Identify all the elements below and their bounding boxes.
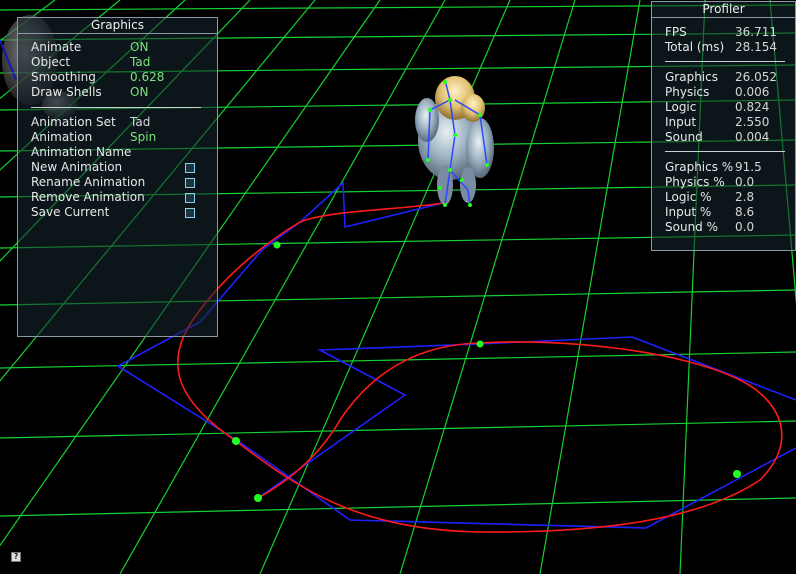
stat-sound: Sound 0.004 (665, 130, 793, 145)
rename-animation-button[interactable]: Rename Animation (31, 175, 211, 190)
checkbox-icon[interactable] (185, 178, 195, 188)
stat-graphics-pct: Graphics % 91.5 (665, 160, 793, 175)
stat-physics: Physics 0.006 (665, 85, 793, 100)
stat-label: Sound % (665, 220, 719, 234)
setting-smoothing[interactable]: Smoothing 0.628 (31, 70, 211, 85)
path-node (476, 340, 484, 348)
stat-value: 28.154 (735, 40, 777, 54)
setting-value[interactable]: ON (130, 40, 148, 55)
stat-value: 36.711 (735, 25, 777, 39)
setting-label: Animation Name (31, 145, 132, 159)
setting-label: Smoothing (31, 70, 96, 84)
new-animation-button[interactable]: New Animation (31, 160, 211, 175)
stat-value: 0.824 (735, 100, 770, 114)
stat-label: Total (ms) (665, 40, 725, 54)
animation-row[interactable]: Animation Spin (31, 130, 211, 145)
stat-sound-pct: Sound % 0.0 (665, 220, 793, 235)
path-node (254, 494, 262, 502)
action-label: Remove Animation (31, 190, 145, 204)
animation-set-row[interactable]: Animation Set Tad (31, 115, 211, 130)
stat-label: Input (665, 115, 697, 129)
stat-logic: Logic 0.824 (665, 100, 793, 115)
save-current-button[interactable]: Save Current (31, 205, 211, 220)
setting-label: Animate (31, 40, 82, 54)
path-node (273, 241, 281, 249)
setting-value[interactable]: Tad (130, 55, 150, 70)
stat-label: Sound (665, 130, 703, 144)
setting-value[interactable]: 0.628 (130, 70, 164, 85)
stat-label: Physics (665, 85, 710, 99)
stat-label: Logic (665, 100, 697, 114)
profiler-panel: Profiler FPS 36.711 Total (ms) 28.154 Gr… (651, 1, 796, 251)
profiler-panel-title: Profiler (652, 2, 795, 18)
checkbox-icon[interactable] (185, 163, 195, 173)
setting-value[interactable]: ON (130, 85, 148, 100)
checkbox-icon[interactable] (185, 193, 195, 203)
divider (665, 151, 785, 152)
stat-fps: FPS 36.711 (665, 25, 793, 40)
stat-label: Graphics % (665, 160, 734, 174)
action-label: Save Current (31, 205, 110, 219)
divider (665, 61, 785, 62)
path-node (733, 470, 741, 478)
help-icon[interactable]: ? (11, 552, 21, 562)
stat-label: Graphics (665, 70, 718, 84)
stat-value: 2.550 (735, 115, 770, 129)
divider (31, 107, 201, 108)
stat-label: FPS (665, 25, 687, 39)
stat-label: Physics % (665, 175, 725, 189)
setting-label: Draw Shells (31, 85, 102, 99)
stat-input: Input 2.550 (665, 115, 793, 130)
stat-input-pct: Input % 8.6 (665, 205, 793, 220)
remove-animation-button[interactable]: Remove Animation (31, 190, 211, 205)
stat-logic-pct: Logic % 2.8 (665, 190, 793, 205)
stat-value: 26.052 (735, 70, 777, 84)
setting-animate[interactable]: Animate ON (31, 40, 211, 55)
action-label: Rename Animation (31, 175, 146, 189)
setting-label: Animation Set (31, 115, 116, 129)
stat-graphics: Graphics 26.052 (665, 70, 793, 85)
stat-value: 0.006 (735, 85, 770, 99)
stat-label: Logic % (665, 190, 712, 204)
setting-object[interactable]: Object Tad (31, 55, 211, 70)
stat-value: 0.004 (735, 130, 770, 144)
stat-value: 0.0 (735, 175, 755, 189)
action-label: New Animation (31, 160, 123, 174)
setting-draw-shells[interactable]: Draw Shells ON (31, 85, 211, 100)
stat-physics-pct: Physics % 0.0 (665, 175, 793, 190)
stat-label: Input % (665, 205, 712, 219)
setting-value[interactable]: Spin (130, 130, 156, 145)
setting-label: Animation (31, 130, 93, 144)
spline-path (176, 202, 783, 533)
stat-total: Total (ms) 28.154 (665, 40, 793, 55)
character-model[interactable] (415, 76, 494, 207)
animation-name-row[interactable]: Animation Name (31, 145, 211, 160)
stat-value: 0.0 (735, 220, 755, 234)
graphics-panel: Graphics Animate ON Object Tad Smoothing… (17, 17, 218, 337)
graphics-panel-title: Graphics (18, 18, 217, 34)
stat-value: 8.6 (735, 205, 755, 219)
setting-value[interactable]: Tad (130, 115, 150, 130)
checkbox-icon[interactable] (185, 208, 195, 218)
stat-value: 2.8 (735, 190, 755, 204)
stat-value: 91.5 (735, 160, 762, 174)
setting-label: Object (31, 55, 71, 69)
path-node (232, 437, 240, 445)
